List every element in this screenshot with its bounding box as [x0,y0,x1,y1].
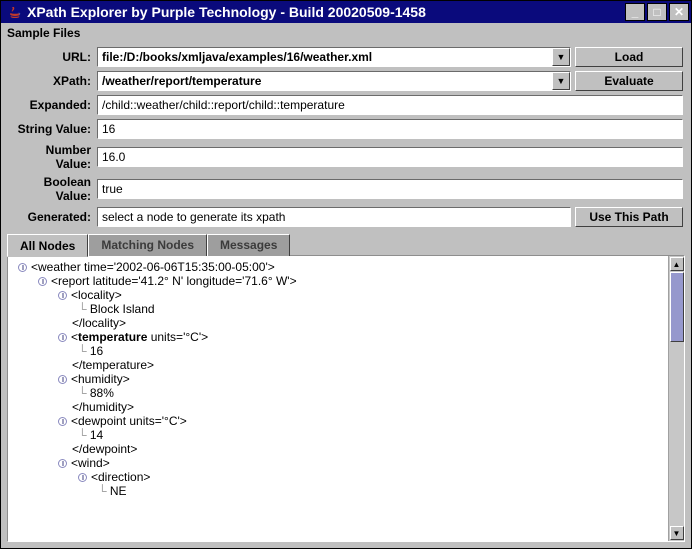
expanded-label: Expanded: [9,98,93,112]
minimize-button[interactable]: _ [625,3,645,21]
tree-node: └ Block Island [12,302,664,316]
tab-messages[interactable]: Messages [207,234,290,256]
number-label: Number Value: [9,143,93,171]
generated-label: Generated: [9,210,93,224]
chevron-down-icon[interactable]: ▼ [552,48,570,66]
tree-node: <temperature units='°C'> [12,330,664,344]
titlebar: XPath Explorer by Purple Technology - Bu… [1,1,691,23]
form-area: URL: file:/D:/books/xmljava/examples/16/… [1,43,691,233]
window-title: XPath Explorer by Purple Technology - Bu… [27,4,625,20]
tree-node: </locality> [12,316,664,330]
tree-node: └ NE [12,484,664,498]
xpath-value: /weather/report/temperature [98,74,552,88]
expand-icon[interactable] [18,263,27,272]
expand-icon[interactable] [58,375,67,384]
tree-node: <dewpoint units='°C'> [12,414,664,428]
xml-tree[interactable]: <weather time='2002-06-06T15:35:00-05:00… [8,256,668,541]
expand-icon[interactable] [58,291,67,300]
url-label: URL: [9,50,93,64]
tree-node: └ 14 [12,428,664,442]
tab-matching-nodes[interactable]: Matching Nodes [88,234,207,256]
url-combo[interactable]: file:/D:/books/xmljava/examples/16/weath… [97,47,571,67]
tree-panel: <weather time='2002-06-06T15:35:00-05:00… [7,255,685,542]
close-button[interactable]: ✕ [669,3,689,21]
chevron-down-icon[interactable]: ▼ [552,72,570,90]
window-buttons: _ □ ✕ [625,3,689,21]
scroll-thumb[interactable] [670,272,684,342]
scroll-up-icon[interactable]: ▲ [670,257,684,271]
vertical-scrollbar[interactable]: ▲ ▼ [668,256,684,541]
tree-node: <humidity> [12,372,664,386]
tree-node: <locality> [12,288,664,302]
menu-sample-files[interactable]: Sample Files [7,26,80,40]
scroll-down-icon[interactable]: ▼ [670,526,684,540]
tree-node: <direction> [12,470,664,484]
expand-icon[interactable] [58,333,67,342]
tabbar: All Nodes Matching Nodes Messages [1,234,691,256]
expand-icon[interactable] [58,417,67,426]
tab-all-nodes[interactable]: All Nodes [7,234,88,257]
maximize-button[interactable]: □ [647,3,667,21]
use-this-path-button[interactable]: Use This Path [575,207,683,227]
tree-node: └ 16 [12,344,664,358]
string-field[interactable]: 16 [97,119,683,139]
xpath-label: XPath: [9,74,93,88]
generated-field[interactable]: select a node to generate its xpath [97,207,571,227]
tree-node: <report latitude='41.2° N' longitude='71… [12,274,664,288]
string-label: String Value: [9,122,93,136]
evaluate-button[interactable]: Evaluate [575,71,683,91]
url-value: file:/D:/books/xmljava/examples/16/weath… [98,50,552,64]
expanded-field[interactable]: /child::weather/child::report/child::tem… [97,95,683,115]
tree-node: </dewpoint> [12,442,664,456]
java-icon [7,4,23,20]
tree-node: <wind> [12,456,664,470]
expand-icon[interactable] [38,277,47,286]
xpath-combo[interactable]: /weather/report/temperature ▼ [97,71,571,91]
expand-icon[interactable] [58,459,67,468]
number-field[interactable]: 16.0 [97,147,683,167]
tree-node: </humidity> [12,400,664,414]
tree-node: </temperature> [12,358,664,372]
tree-node: <weather time='2002-06-06T15:35:00-05:00… [12,260,664,274]
boolean-field[interactable]: true [97,179,683,199]
boolean-label: Boolean Value: [9,175,93,203]
expand-icon[interactable] [78,473,87,482]
app-window: XPath Explorer by Purple Technology - Bu… [0,0,692,549]
menubar: Sample Files [1,23,691,43]
load-button[interactable]: Load [575,47,683,67]
tree-node: └ 88% [12,386,664,400]
